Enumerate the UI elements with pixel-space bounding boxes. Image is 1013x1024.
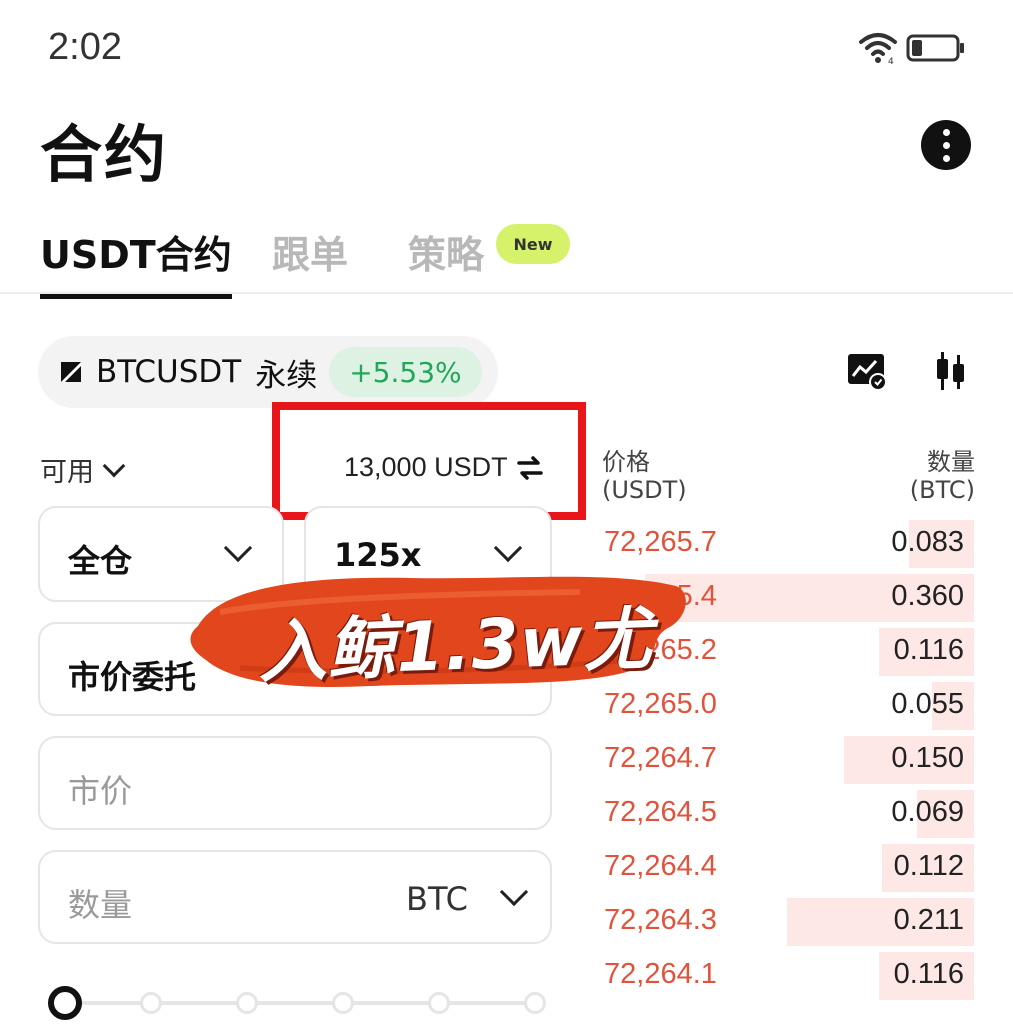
new-badge: New: [496, 224, 570, 264]
tab-usdt-futures[interactable]: USDT合约: [40, 224, 232, 299]
qty-header-label: 数量: [927, 448, 975, 476]
price-placeholder: 市价: [68, 772, 133, 810]
ask-quantity: 0.055: [891, 688, 964, 720]
svg-text:4: 4: [888, 57, 894, 66]
chevron-down-icon: [499, 877, 529, 907]
status-time: 2:02: [48, 26, 122, 68]
price-input[interactable]: 市价: [38, 736, 552, 830]
orderbook-row[interactable]: 72,264.7 0.150: [592, 734, 974, 786]
page-title: 合约: [40, 118, 169, 191]
available-label-text: 可用: [40, 457, 94, 488]
ask-quantity: 0.116: [893, 958, 964, 990]
ask-quantity: 0.360: [891, 580, 964, 612]
quantity-unit[interactable]: BTC: [406, 880, 468, 918]
slider-node[interactable]: [524, 992, 546, 1014]
tab-strategy[interactable]: 策略: [408, 224, 484, 279]
ask-price: 72,264.1: [604, 958, 717, 990]
ask-price: 72,264.3: [604, 904, 717, 936]
available-balance-value: 13,000 USDT: [344, 452, 508, 482]
slider-node[interactable]: [428, 992, 450, 1014]
market-chart-icon[interactable]: [846, 352, 888, 392]
tab-copy-trading[interactable]: 跟单: [272, 224, 348, 279]
pair-selector[interactable]: BTCUSDT 永续 +5.53%: [38, 336, 498, 408]
price-change-badge: +5.53%: [329, 347, 482, 397]
battery-icon: [906, 34, 964, 62]
price-header-unit: (USDT): [602, 476, 687, 504]
ask-quantity: 0.083: [891, 526, 964, 558]
margin-mode-value: 全仓: [68, 542, 133, 580]
transfer-swap-icon[interactable]: [516, 455, 544, 481]
more-dot-icon: [942, 141, 950, 149]
orderbook-qty-header: 数量 (BTC): [910, 448, 975, 504]
quantity-placeholder: 数量: [68, 886, 133, 924]
orderbook-row[interactable]: 72,264.1 0.116: [592, 950, 974, 1002]
orderbook-row[interactable]: 72,264.4 0.112: [592, 842, 974, 894]
available-balance: 13,000 USDT: [344, 452, 544, 483]
more-dot-icon: [942, 154, 950, 162]
ask-quantity: 0.116: [893, 634, 964, 666]
available-label[interactable]: 可用: [40, 450, 126, 489]
orderbook-price-header: 价格 (USDT): [602, 448, 687, 504]
pair-type: 永续: [255, 357, 318, 394]
ask-quantity: 0.150: [891, 742, 964, 774]
quantity-slider[interactable]: [48, 986, 548, 1020]
orderbook-row[interactable]: 72,264.3 0.211: [592, 896, 974, 948]
ask-quantity: 0.211: [893, 904, 964, 936]
slider-node[interactable]: [332, 992, 354, 1014]
quantity-input[interactable]: 数量 BTC: [38, 850, 552, 944]
status-bar: 2:02 4: [0, 0, 1013, 100]
wifi-icon: 4: [859, 33, 897, 66]
chevron-down-icon: [102, 454, 126, 477]
slider-node[interactable]: [140, 992, 162, 1014]
orderbook-row[interactable]: 72,264.5 0.069: [592, 788, 974, 840]
order-type-value: 市价委托: [68, 658, 197, 696]
slider-thumb[interactable]: [48, 986, 82, 1020]
slider-track: [62, 1001, 534, 1005]
ask-quantity: 0.112: [893, 850, 964, 882]
more-options-button[interactable]: [921, 120, 971, 170]
overlay-caption: 入鲸1.3w尤: [256, 600, 654, 693]
pair-switch-icon: [61, 362, 81, 382]
candlestick-icon[interactable]: [932, 350, 968, 392]
qty-header-unit: (BTC): [909, 476, 975, 504]
ask-price: 72,264.4: [604, 850, 717, 882]
ask-quantity: 0.069: [891, 796, 964, 828]
price-header-label: 价格: [602, 448, 650, 476]
ask-price: 72,264.5: [604, 796, 717, 828]
more-dot-icon: [942, 128, 950, 136]
ask-price: 72,264.7: [604, 742, 717, 774]
pair-name: BTCUSDT: [96, 354, 242, 390]
slider-node[interactable]: [236, 992, 258, 1014]
